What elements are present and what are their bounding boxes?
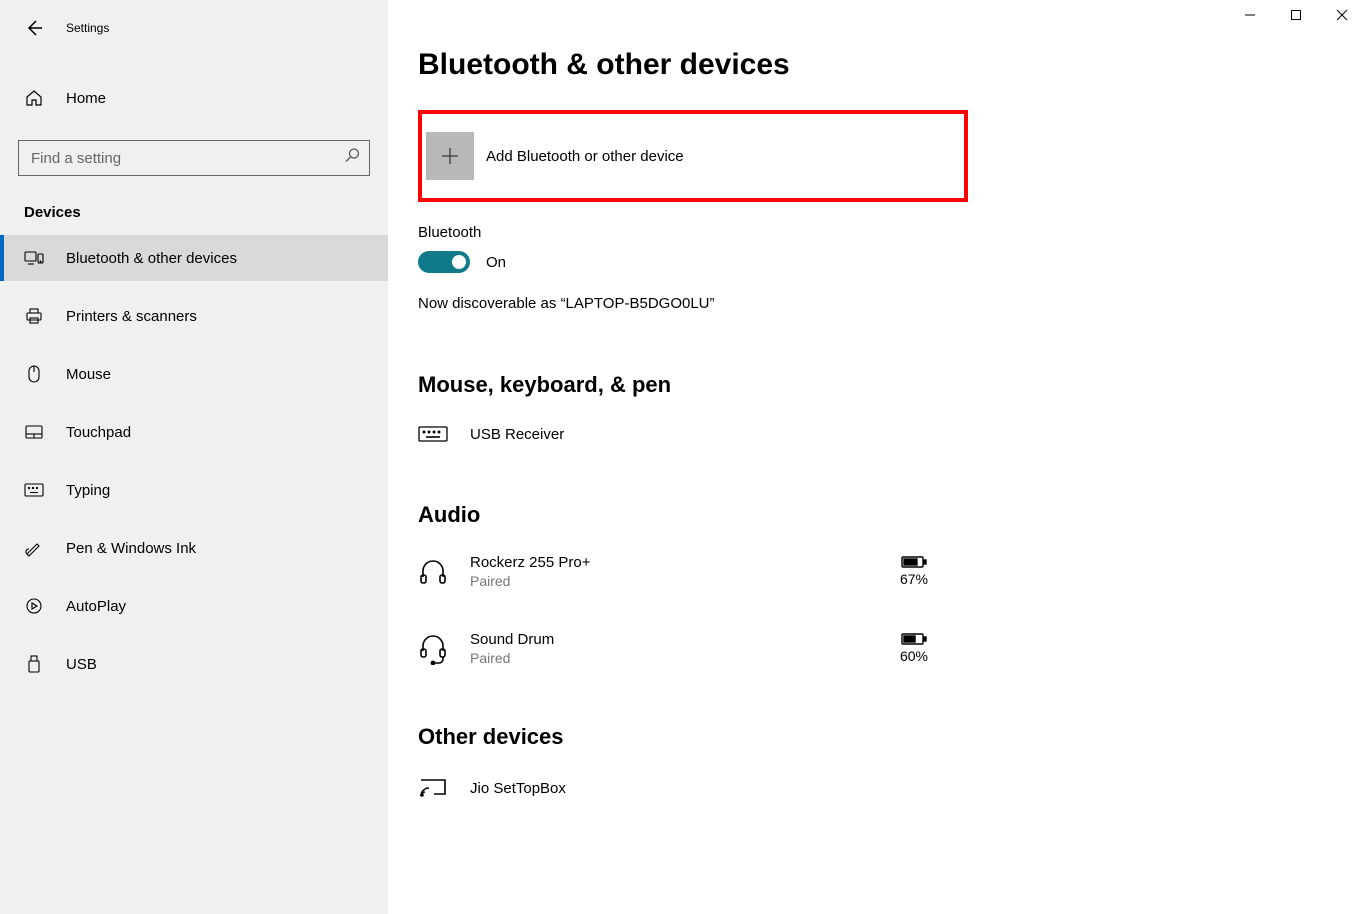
search-icon: [344, 148, 360, 169]
nav-label: Mouse: [66, 366, 111, 383]
nav-usb[interactable]: USB: [0, 641, 388, 687]
bluetooth-toggle[interactable]: [418, 251, 470, 273]
section-label-devices: Devices: [0, 176, 388, 235]
nav-label: USB: [66, 656, 97, 673]
nav-label: AutoPlay: [66, 598, 126, 615]
home-label: Home: [66, 90, 106, 107]
add-device-button[interactable]: Add Bluetooth or other device: [418, 110, 968, 202]
headphones-icon: [418, 557, 452, 587]
nav-pen[interactable]: Pen & Windows Ink: [0, 525, 388, 571]
usb-icon: [24, 654, 44, 674]
nav-label: Pen & Windows Ink: [66, 540, 196, 557]
battery-icon: [901, 555, 927, 569]
headset-icon: [418, 633, 452, 665]
device-sound-drum[interactable]: Sound Drum Paired 60%: [418, 621, 1318, 676]
nav-label: Bluetooth & other devices: [66, 250, 237, 267]
close-button[interactable]: [1319, 0, 1365, 30]
nav-autoplay[interactable]: AutoPlay: [0, 583, 388, 629]
maximize-button[interactable]: [1273, 0, 1319, 30]
nav-touchpad[interactable]: Touchpad: [0, 409, 388, 455]
mouse-icon: [24, 364, 44, 384]
titlebar: Settings: [0, 10, 388, 46]
window-controls: [1227, 0, 1365, 30]
search-input[interactable]: [18, 140, 370, 176]
sidebar: Settings Home Devices Bluetooth & other …: [0, 0, 388, 914]
minimize-button[interactable]: [1227, 0, 1273, 30]
keyboard-icon: [24, 483, 44, 497]
bluetooth-toggle-row: On: [418, 251, 1318, 273]
nav-label: Touchpad: [66, 424, 131, 441]
battery-icon: [901, 632, 927, 646]
device-usb-receiver[interactable]: USB Receiver: [418, 414, 1318, 454]
section-mouse: Mouse, keyboard, & pen: [418, 372, 1318, 398]
add-device-label: Add Bluetooth or other device: [486, 148, 684, 165]
nav-bluetooth[interactable]: Bluetooth & other devices: [0, 235, 388, 281]
discoverable-text: Now discoverable as “LAPTOP-B5DGO0LU”: [418, 295, 1318, 312]
device-name: Sound Drum: [470, 631, 882, 648]
device-status: Paired: [470, 650, 882, 666]
section-audio: Audio: [418, 502, 1318, 528]
page-heading: Bluetooth & other devices: [418, 48, 1318, 82]
bluetooth-label: Bluetooth: [418, 224, 1318, 241]
pen-icon: [24, 539, 44, 557]
cast-device-icon: [418, 776, 452, 800]
devices-icon: [24, 249, 44, 267]
search-box[interactable]: [18, 140, 370, 176]
battery-percent: 67%: [900, 571, 928, 587]
app-title: Settings: [66, 21, 109, 35]
nav-label: Printers & scanners: [66, 308, 197, 325]
touchpad-icon: [24, 424, 44, 440]
device-status: Paired: [470, 573, 882, 589]
nav-mouse[interactable]: Mouse: [0, 351, 388, 397]
battery-percent: 60%: [900, 648, 928, 664]
home-icon: [24, 89, 44, 107]
nav-label: Typing: [66, 482, 110, 499]
section-other: Other devices: [418, 724, 1318, 750]
back-arrow-icon[interactable]: [24, 18, 44, 38]
printer-icon: [24, 307, 44, 325]
keyboard-device-icon: [418, 424, 452, 444]
device-name: USB Receiver: [470, 426, 1318, 443]
autoplay-icon: [24, 597, 44, 615]
main-content: Bluetooth & other devices Add Bluetooth …: [388, 0, 1365, 914]
bluetooth-toggle-state: On: [486, 254, 506, 271]
battery-indicator: 60%: [900, 632, 928, 666]
plus-icon: [426, 132, 474, 180]
nav-printers[interactable]: Printers & scanners: [0, 293, 388, 339]
battery-indicator: 67%: [900, 555, 928, 589]
device-name: Rockerz 255 Pro+: [470, 554, 882, 571]
nav-typing[interactable]: Typing: [0, 467, 388, 513]
home-nav[interactable]: Home: [0, 78, 388, 118]
device-settopbox[interactable]: Jio SetTopBox: [418, 766, 1318, 810]
device-rockerz[interactable]: Rockerz 255 Pro+ Paired 67%: [418, 544, 1318, 599]
device-name: Jio SetTopBox: [470, 780, 1318, 797]
